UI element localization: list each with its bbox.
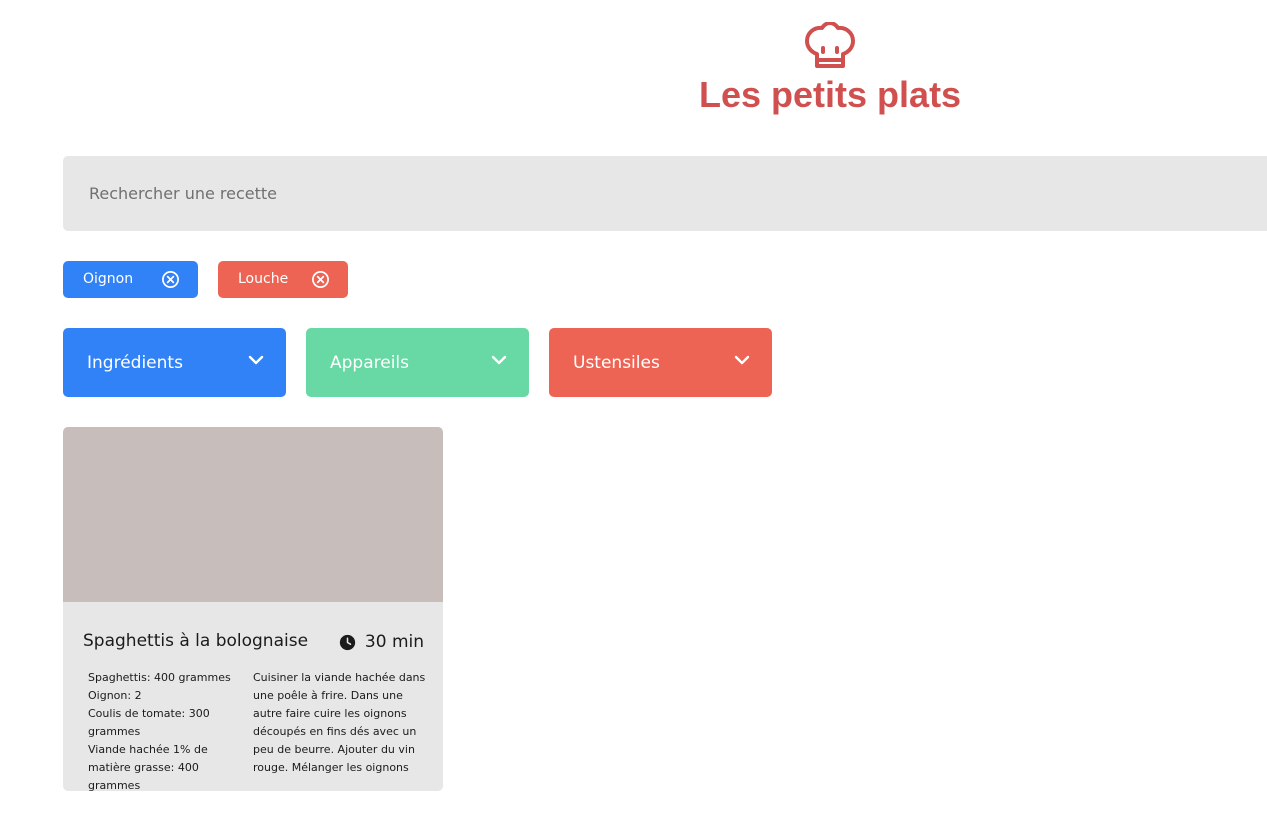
ingredient-item: Oignon: 2	[88, 689, 142, 702]
ingredient-item: Spaghettis: 400 grammes	[88, 671, 231, 684]
recipe-time-label: 30 min	[364, 632, 424, 652]
chevron-down-icon	[248, 355, 264, 365]
appareils-dropdown-button[interactable]: Appareils	[306, 328, 529, 397]
recipe-image-placeholder	[63, 427, 443, 602]
close-circle-icon[interactable]	[311, 270, 330, 289]
tag-louche: Louche	[218, 261, 348, 298]
page: Les petits plats Oignon Louche Ingrédien…	[0, 0, 1267, 831]
recipe-description: Cuisiner la viande hachée dans une poêle…	[253, 671, 426, 774]
dropdown-label: Ingrédients	[87, 353, 183, 373]
clock-icon	[339, 634, 356, 650]
site-title: Les petits plats	[699, 74, 962, 115]
ingredient-list: Spaghettis: 400 grammes Oignon: 2 Coulis…	[88, 669, 246, 791]
ingredients-dropdown-button[interactable]: Ingrédients	[63, 328, 286, 397]
dropdown-label: Ustensiles	[573, 353, 660, 373]
search-input[interactable]	[63, 156, 1267, 231]
tag-oignon: Oignon	[63, 261, 198, 298]
recipe-time: 30 min	[339, 631, 424, 653]
dropdown-label: Appareils	[330, 353, 410, 373]
ingredient-item: Coulis de tomate: 300 grammes	[88, 707, 210, 738]
tag-label: Oignon	[83, 271, 134, 287]
chevron-down-icon	[734, 355, 750, 365]
ingredient-item: Viande hachée 1% de matière grasse: 400 …	[88, 743, 208, 791]
chef-hat-icon	[805, 22, 855, 68]
ustensiles-dropdown-button[interactable]: Ustensiles	[549, 328, 772, 397]
close-circle-icon[interactable]	[161, 270, 180, 289]
recipe-card[interactable]: Spaghettis à la bolognaise 30 min Spaghe…	[63, 427, 443, 791]
search-bar	[63, 156, 1267, 231]
chevron-down-icon	[491, 355, 507, 365]
tag-label: Louche	[238, 271, 289, 287]
recipe-title: Spaghettis à la bolognaise	[83, 631, 309, 651]
